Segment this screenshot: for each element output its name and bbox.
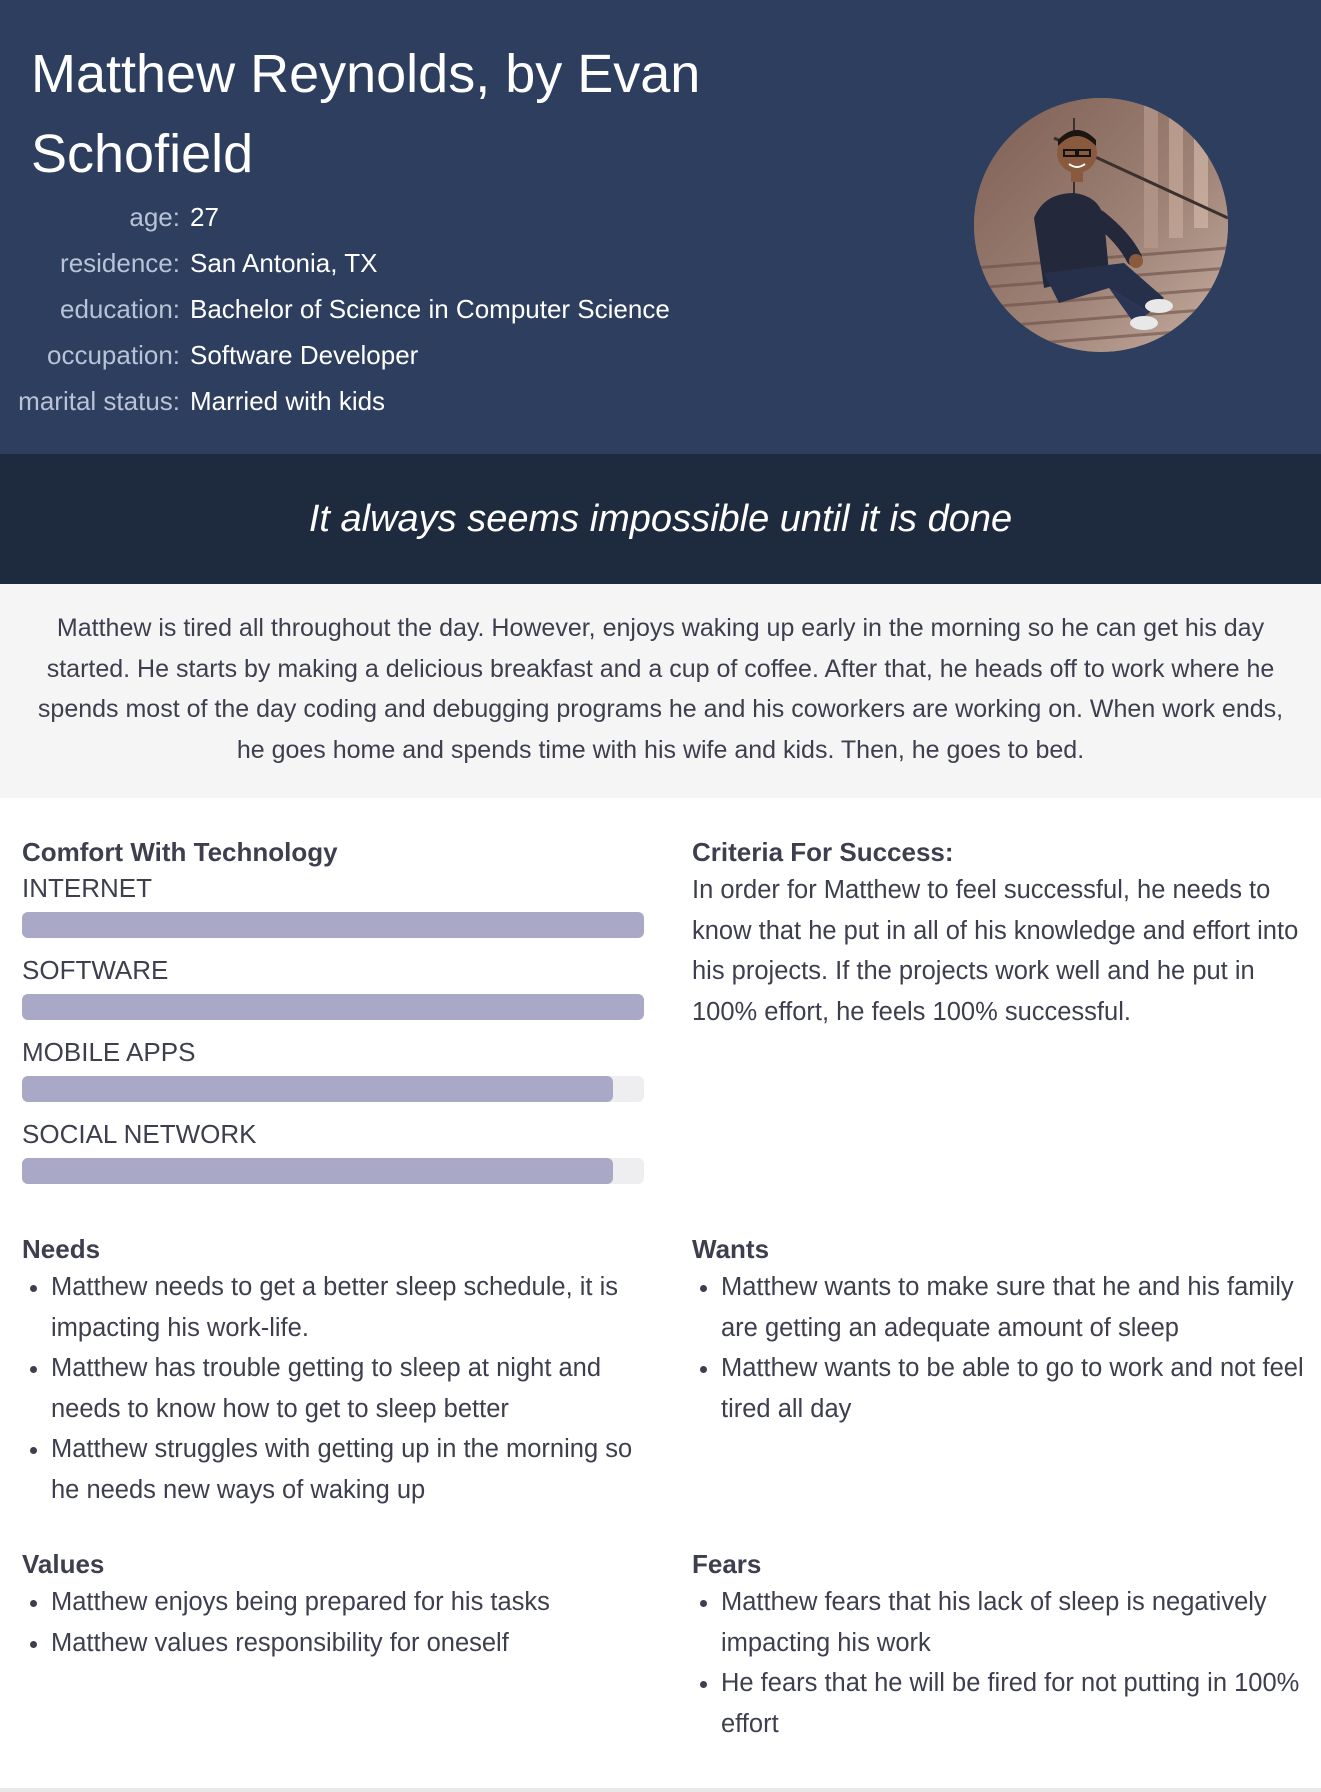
skill-bar-fill [22, 1158, 613, 1184]
fears-section: Fears Matthew fears that his lack of sle… [692, 1546, 1312, 1744]
fact-value: Software Developer [190, 339, 419, 370]
values-list: Matthew enjoys being prepared for his ta… [22, 1582, 644, 1663]
fact-label: residence: [60, 247, 180, 278]
skill-label: SOCIAL NETWORK [22, 1119, 257, 1149]
criteria-text: In order for Matthew to feel successful,… [692, 876, 1299, 1026]
persona-title: Matthew Reynolds, by Evan Schofield [31, 44, 701, 184]
persona-photo [974, 98, 1228, 352]
skill-label: MOBILE APPS [22, 1037, 196, 1067]
wants-list: Matthew wants to make sure that he and h… [692, 1267, 1312, 1429]
skill-internet: INTERNET [22, 870, 644, 938]
skill-label: INTERNET [22, 873, 152, 903]
skill-mobile-apps: MOBILE APPS [22, 1034, 644, 1102]
list-item: Matthew enjoys being prepared for his ta… [51, 1582, 644, 1623]
fact-label: age: [129, 201, 180, 232]
fears-title: Fears [692, 1549, 762, 1579]
values-section: Values Matthew enjoys being prepared for… [22, 1546, 644, 1663]
fact-label: occupation: [47, 339, 180, 370]
fact-education: education: Bachelor of Science in Comput… [0, 286, 800, 332]
skill-bar-track [22, 912, 644, 938]
persona-photo-illustration [974, 98, 1228, 352]
list-item: Matthew has trouble getting to sleep at … [51, 1348, 644, 1429]
persona-quote: It always seems impossible until it is d… [308, 497, 1013, 540]
fact-age: age: 27 [0, 194, 800, 240]
list-item: Matthew wants to be able to go to work a… [721, 1348, 1312, 1429]
skill-bar-fill [22, 994, 644, 1020]
quote-banner: It always seems impossible until it is d… [0, 454, 1321, 584]
list-item: Matthew wants to make sure that he and h… [721, 1267, 1312, 1348]
fact-value: Married with kids [190, 385, 386, 416]
list-item: He fears that he will be fired for not p… [721, 1663, 1312, 1744]
fact-residence: residence: San Antonia, TX [0, 240, 800, 286]
fears-list: Matthew fears that his lack of sleep is … [692, 1582, 1312, 1744]
wants-section: Wants Matthew wants to make sure that he… [692, 1231, 1312, 1429]
skill-software: SOFTWARE [22, 952, 644, 1020]
fact-label: education: [60, 293, 180, 324]
criteria-section: Criteria For Success: In order for Matth… [692, 834, 1312, 1032]
persona-facts: age: 27 residence: San Antonia, TX educa… [0, 194, 800, 424]
skill-social-network: SOCIAL NETWORK [22, 1116, 644, 1184]
skill-bar-track [22, 1076, 644, 1102]
page-divider [0, 1788, 1321, 1792]
persona-details: Comfort With Technology INTERNET SOFTWAR… [0, 798, 1321, 1792]
needs-title: Needs [22, 1234, 101, 1264]
list-item: Matthew needs to get a better sleep sche… [51, 1267, 644, 1348]
fact-value: Bachelor of Science in Computer Science [190, 293, 670, 324]
comfort-section: Comfort With Technology INTERNET SOFTWAR… [22, 834, 644, 1198]
fact-value: San Antonia, TX [190, 247, 378, 278]
fact-marital-status: marital status: Married with kids [0, 378, 800, 424]
skill-label: SOFTWARE [22, 955, 169, 985]
fact-occupation: occupation: Software Developer [0, 332, 800, 378]
comfort-title: Comfort With Technology [22, 837, 338, 867]
skill-bar-fill [22, 1076, 613, 1102]
needs-list: Matthew needs to get a better sleep sche… [22, 1267, 644, 1510]
persona-summary: Matthew is tired all throughout the day.… [0, 584, 1321, 798]
list-item: Matthew struggles with getting up in the… [51, 1429, 644, 1510]
fact-value: 27 [190, 201, 219, 232]
criteria-title: Criteria For Success: [692, 837, 954, 867]
list-item: Matthew values responsibility for onesel… [51, 1623, 644, 1664]
values-title: Values [22, 1549, 105, 1579]
wants-title: Wants [692, 1234, 770, 1264]
summary-text: Matthew is tired all throughout the day.… [37, 614, 1284, 764]
skill-bar-track [22, 1158, 644, 1184]
skill-bar-track [22, 994, 644, 1020]
skill-bar-fill [22, 912, 644, 938]
needs-section: Needs Matthew needs to get a better slee… [22, 1231, 644, 1510]
fact-label: marital status: [18, 385, 180, 416]
list-item: Matthew fears that his lack of sleep is … [721, 1582, 1312, 1663]
persona-header: Matthew Reynolds, by Evan Schofield age:… [0, 0, 1321, 454]
